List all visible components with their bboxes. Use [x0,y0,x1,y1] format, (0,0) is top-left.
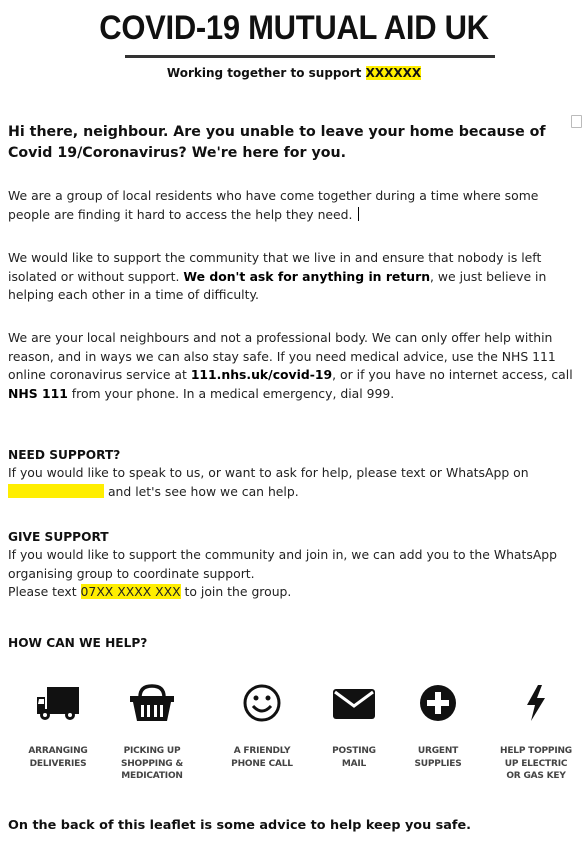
how-can-we-help-heading: HOW CAN WE HELP? [8,636,148,650]
subtitle-text: Working together to support [166,66,366,80]
neighbours-text-mid: , or if you have no internet access, cal… [332,367,573,382]
shopping-basket-icon [130,684,174,721]
support-paragraph: We would like to support the community t… [8,249,583,305]
give-support-line2: Please text [8,584,81,599]
give-support-paragraph: If you would like to support the communi… [8,546,583,602]
give-support-text: If you would like to support the communi… [8,547,558,581]
support-bold-text: We don't ask for anything in return [183,268,431,284]
area-placeholder: XXXXXX [365,66,422,80]
help-item-deliveries: ARRANGING DELIVERIES [8,683,108,770]
intro-text: We are a group of local residents who ha… [8,188,539,222]
help-item-energy: HELP TOPPING UP ELECTRIC OR GAS KEY [486,683,586,783]
nhs-link[interactable]: 111.nhs.uk/covid-19 [191,367,332,382]
truck-icon [37,687,79,720]
help-label-phone-call: A FRIENDLY PHONE CALL [231,746,293,769]
help-label-shopping: PICKING UP SHOPPING & MEDICATION [120,746,184,781]
group-phone-number: 07XX XXXX XXX [80,584,181,599]
phone-number-placeholder [8,483,104,498]
headline: Hi there, neighbour. Are you unable to l… [8,124,546,161]
nhs-111: NHS 111 [8,385,68,401]
subtitle: Working together to support XXXXXX [0,66,588,80]
help-label-deliveries: ARRANGING DELIVERIES [28,746,88,769]
footer-note: On the back of this leaflet is some advi… [8,818,472,833]
need-support-paragraph: If you would like to speak to us, or wan… [8,464,583,501]
smiley-icon [243,684,281,722]
leaflet: COVID-19 MUTUAL AID UK Working together … [0,0,588,848]
help-item-shopping: PICKING UP SHOPPING & MEDICATION [102,683,202,783]
need-support-text-end: and let's see how we can help. [104,483,299,499]
help-icons-row: ARRANGING DELIVERIES PICKING UP SHOPPING… [0,683,588,813]
give-support-line2-end: to join the group. [180,584,292,599]
help-item-phone-call: A FRIENDLY PHONE CALL [212,683,312,770]
neighbours-paragraph: We are your local neighbours and not a p… [8,329,583,403]
text-cursor [358,206,360,221]
help-label-energy: HELP TOPPING UP ELECTRIC OR GAS KEY [500,746,572,781]
help-label-supplies: URGENT SUPPLIES [414,746,462,769]
give-support-heading: GIVE SUPPORT [8,530,109,544]
envelope-icon [333,689,375,719]
need-support-text: If you would like to speak to us, or wan… [8,465,529,480]
plus-circle-icon [420,685,456,721]
leaflet-title: COVID-19 MUTUAL AID UK [99,7,489,48]
help-item-supplies: URGENT SUPPLIES [388,683,488,770]
neighbours-text-end: from your phone. In a medical emergency,… [67,385,395,401]
need-support-heading: NEED SUPPORT? [8,448,121,462]
lightning-bolt-icon [527,685,545,721]
intro-paragraph: We are a group of local residents who ha… [8,187,583,224]
title-underline [125,55,495,58]
